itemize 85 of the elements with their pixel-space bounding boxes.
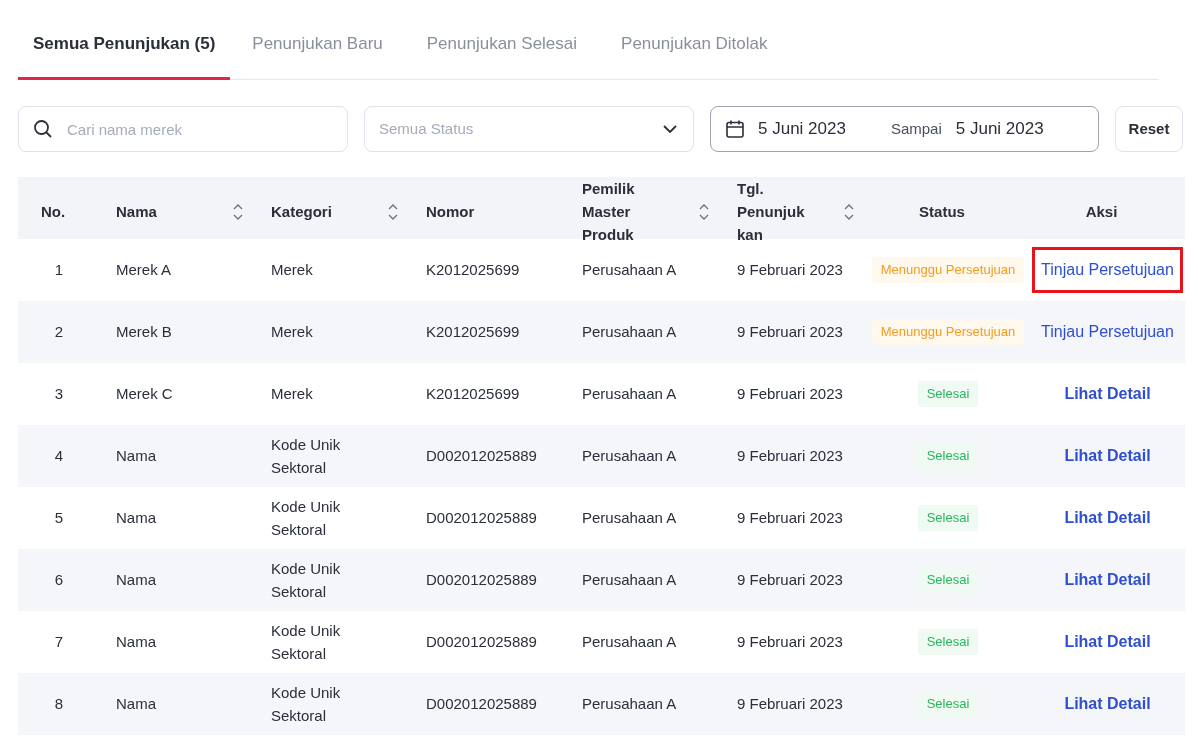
column-header: Nama [116, 202, 157, 222]
action-link[interactable]: Lihat Detail [1055, 619, 1160, 665]
status-badge: Menunggu Persetujuan [871, 319, 1025, 345]
action-link[interactable]: Lihat Detail [1055, 681, 1160, 727]
date-cell: 9 Februari 2023 [737, 447, 843, 465]
column-header: Aksi [1085, 202, 1118, 222]
number-cell: D002012025889 [426, 633, 537, 651]
category-cell: Merek [271, 385, 313, 403]
action-link[interactable]: Lihat Detail [1055, 433, 1160, 479]
column-header: Status [919, 202, 965, 222]
status-badge: Menunggu Persetujuan [871, 257, 1025, 283]
number-cell: D002012025889 [426, 509, 537, 527]
date-cell: 9 Februari 2023 [737, 323, 843, 341]
status-badge: Selesai [917, 567, 979, 593]
name-cell: Nama [116, 571, 156, 589]
row-number: 4 [54, 447, 64, 465]
status-badge: Selesai [917, 505, 979, 531]
row-number: 3 [54, 385, 64, 403]
date-separator: Sampai [890, 118, 942, 139]
category-cell: Merek [271, 323, 313, 341]
date-cell: 9 Februari 2023 [737, 633, 843, 651]
date-cell: 9 Februari 2023 [737, 571, 843, 589]
calendar-icon [725, 119, 745, 139]
owner-cell: Perusahaan A [582, 509, 677, 527]
number-cell: K2012025699 [426, 385, 520, 403]
name-cell: Nama [116, 447, 156, 465]
category-cell: Kode Unik Sektoral [271, 497, 341, 538]
owner-cell: Perusahaan A [582, 695, 677, 713]
reset-button[interactable]: Reset [1115, 106, 1183, 152]
search-icon [33, 119, 53, 139]
category-cell: Kode Unik Sektoral [271, 683, 341, 724]
column-header: Tgl. Penunjuk kan [737, 179, 806, 245]
name-cell: Nama [116, 695, 156, 713]
status-badge: Selesai [917, 443, 979, 469]
row-number: 6 [54, 571, 64, 589]
name-cell: Merek B [116, 323, 172, 341]
date-range-field[interactable]: 5 Juni 2023 Sampai 5 Juni 2023 [710, 106, 1099, 152]
date-cell: 9 Februari 2023 [737, 509, 843, 527]
number-cell: K2012025699 [426, 261, 520, 279]
row-number: 1 [54, 261, 64, 279]
date-to: 5 Juni 2023 [955, 118, 1044, 141]
date-cell: 9 Februari 2023 [737, 385, 843, 403]
action-link[interactable]: Lihat Detail [1055, 495, 1160, 541]
number-cell: D002012025889 [426, 571, 537, 589]
chevron-down-icon [663, 125, 677, 133]
number-cell: D002012025889 [426, 695, 537, 713]
owner-cell: Perusahaan A [582, 261, 677, 279]
row-number: 7 [54, 633, 64, 651]
name-cell: Merek C [116, 385, 173, 403]
name-cell: Merek A [116, 261, 172, 279]
status-badge: Selesai [917, 629, 979, 655]
owner-cell: Perusahaan A [582, 571, 677, 589]
tab[interactable]: Penunjukan Selesai [404, 0, 600, 80]
row-number: 5 [54, 509, 64, 527]
name-cell: Nama [116, 509, 156, 527]
row-number: 2 [54, 323, 64, 341]
category-cell: Kode Unik Sektoral [271, 621, 341, 662]
date-from: 5 Juni 2023 [758, 118, 846, 141]
category-cell: Kode Unik Sektoral [271, 435, 341, 476]
tab[interactable]: Penunjukan Baru [230, 0, 405, 80]
status-badge: Selesai [917, 381, 979, 407]
owner-cell: Perusahaan A [582, 385, 677, 403]
row-number: 8 [54, 695, 64, 713]
action-link[interactable]: Tinjau Persetujuan [1032, 309, 1183, 355]
action-link[interactable]: Lihat Detail [1055, 371, 1160, 417]
owner-cell: Perusahaan A [582, 447, 677, 465]
status-badge: Selesai [917, 691, 979, 717]
column-header: Pemilik Master Produk [582, 179, 636, 245]
column-header: Nomor [426, 202, 475, 222]
action-link[interactable]: Tinjau Persetujuan [1032, 247, 1183, 293]
name-cell: Nama [116, 633, 156, 651]
tab[interactable]: Penunjukan Ditolak [599, 0, 790, 80]
tab[interactable]: Semua Penunjukan (5) [18, 0, 231, 80]
number-cell: D002012025889 [426, 447, 537, 465]
search-field[interactable]: Cari nama merek [18, 106, 348, 152]
column-header: No. [40, 202, 66, 222]
category-cell: Kode Unik Sektoral [271, 559, 341, 600]
date-cell: 9 Februari 2023 [737, 261, 843, 279]
action-link[interactable]: Lihat Detail [1055, 557, 1160, 603]
owner-cell: Perusahaan A [582, 323, 677, 341]
owner-cell: Perusahaan A [582, 633, 677, 651]
date-cell: 9 Februari 2023 [737, 695, 843, 713]
column-header: Kategori [271, 202, 332, 222]
category-cell: Merek [271, 261, 313, 279]
number-cell: K2012025699 [426, 323, 520, 341]
